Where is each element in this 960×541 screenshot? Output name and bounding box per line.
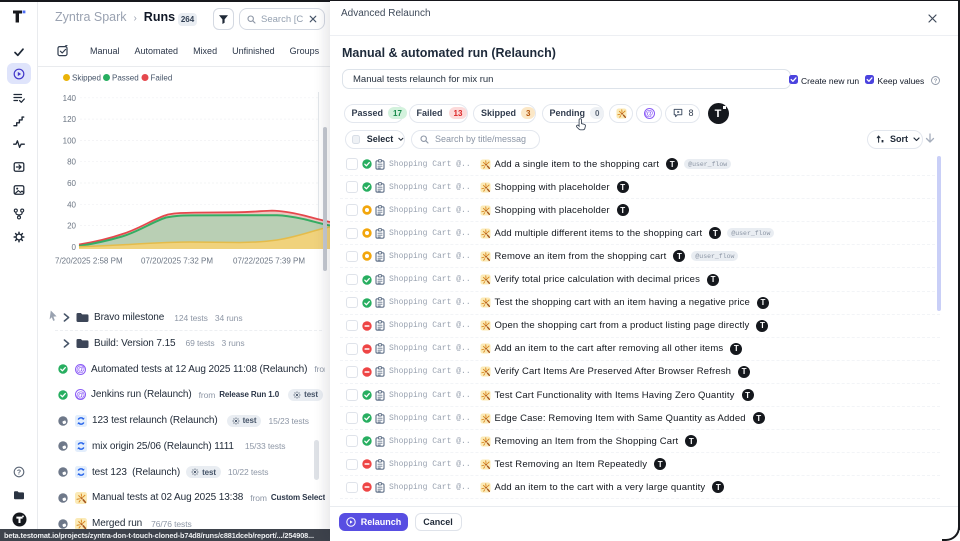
svg-text:Passed: Passed [112,73,139,82]
svg-text:20: 20 [67,222,76,231]
svg-text:07/20/2025 7:32 PM: 07/20/2025 7:32 PM [141,257,213,266]
svg-text:7/20/2025 2:58 PM: 7/20/2025 2:58 PM [55,257,123,266]
svg-text:100: 100 [63,136,77,145]
svg-text:07/22/2025 7:39 PM: 07/22/2025 7:39 PM [233,257,305,266]
svg-text:60: 60 [67,179,76,188]
svg-text:Skipped: Skipped [72,73,101,82]
svg-text:?: ? [933,78,937,84]
svg-text:120: 120 [63,115,77,124]
svg-text:?: ? [17,469,21,476]
svg-text:80: 80 [67,158,76,167]
svg-text:40: 40 [67,200,76,209]
svg-text:0: 0 [72,243,77,252]
svg-text:140: 140 [63,94,77,103]
svg-text:Failed: Failed [151,73,173,82]
